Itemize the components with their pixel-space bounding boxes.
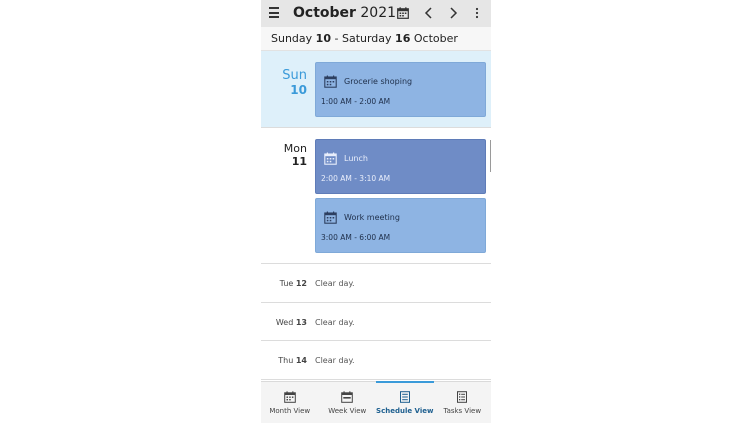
event-time: 3:00 AM - 6:00 AM [321,233,391,242]
event-title: Work meeting [344,213,400,222]
tab-label: Week View [328,407,367,415]
menu-icon[interactable] [269,7,279,18]
event-title: Grocerie shoping [344,77,413,86]
tab-label: Schedule View [376,407,434,415]
day-number: 11 [291,155,307,168]
day-name: Thu [278,356,294,365]
tasks-view-icon [457,391,468,403]
tab-month-view[interactable]: Month View [261,382,319,423]
event-calendar-icon [324,152,337,165]
tab-label: Tasks View [443,407,482,415]
day-number: 14 [295,356,307,365]
event-card[interactable]: Lunch 2:00 AM - 3:10 AM [315,139,486,194]
range-end-num: 16 [395,32,411,45]
range-start-num: 10 [315,32,331,45]
tab-tasks-view[interactable]: Tasks View [434,382,492,423]
day-label: Thu 14 [278,356,307,365]
week-range: Sunday 10 - Saturday 16 October [261,27,491,51]
calendar-app: October 2021 Sunday 10 - Saturday 16 Oct… [261,0,491,423]
calendar-icon[interactable] [397,5,409,21]
title-year: 2021 [360,5,397,21]
range-start-day: Sunday [271,32,313,45]
day-number: 12 [295,279,307,288]
day-section-mon: Mon 11 Lunch 2:00 AM - 3:10 AM Work meet… [261,128,491,264]
page-title[interactable]: October 2021 [293,5,396,21]
day-label: Sun 10 [282,68,307,97]
day-row-wed[interactable]: Wed 13 Clear day. [261,303,491,341]
clear-day-text: Clear day. [315,356,355,365]
event-time: 1:00 AM - 2:00 AM [321,97,391,106]
event-card[interactable]: Grocerie shoping 1:00 AM - 2:00 AM [315,62,486,117]
event-card[interactable]: Work meeting 3:00 AM - 6:00 AM [315,198,486,253]
event-calendar-icon [324,75,337,88]
schedule-view-icon [399,391,410,403]
more-vertical-icon[interactable] [475,5,479,21]
range-end-month: October [413,32,458,45]
clear-day-text: Clear day. [315,279,355,288]
day-name: Sun [282,68,307,83]
event-title: Lunch [344,154,368,163]
month-view-icon [283,391,296,403]
day-label: Tue 12 [280,279,307,288]
day-row-tue[interactable]: Tue 12 Clear day. [261,264,491,303]
day-label: Wed 13 [276,318,307,327]
day-number: 13 [295,317,307,327]
week-view-icon [341,391,354,403]
day-number: 10 [290,83,307,97]
app-header: October 2021 [261,0,491,27]
day-section-sun: Sun 10 Grocerie shoping 1:00 AM - 2:00 A… [261,51,491,128]
day-name: Mon [283,142,307,155]
event-time: 2:00 AM - 3:10 AM [321,174,391,183]
range-separator: - [334,32,339,45]
event-calendar-icon [324,211,337,224]
scrollbar[interactable] [490,140,491,172]
day-name: Wed [275,317,294,327]
range-end-day: Saturday [341,32,392,45]
day-row-thu[interactable]: Thu 14 Clear day. [261,341,491,380]
tab-week-view[interactable]: Week View [319,382,377,423]
chevron-left-icon[interactable] [424,5,433,21]
chevron-right-icon[interactable] [449,5,458,21]
day-name: Tue [279,279,294,288]
tab-label: Month View [269,407,311,415]
day-label: Mon 11 [284,142,307,168]
tab-schedule-view[interactable]: Schedule View [376,381,434,423]
title-month: October [293,5,356,21]
bottom-nav: Month View Week View Schedule View Tasks… [261,381,491,423]
clear-day-text: Clear day. [315,317,355,327]
